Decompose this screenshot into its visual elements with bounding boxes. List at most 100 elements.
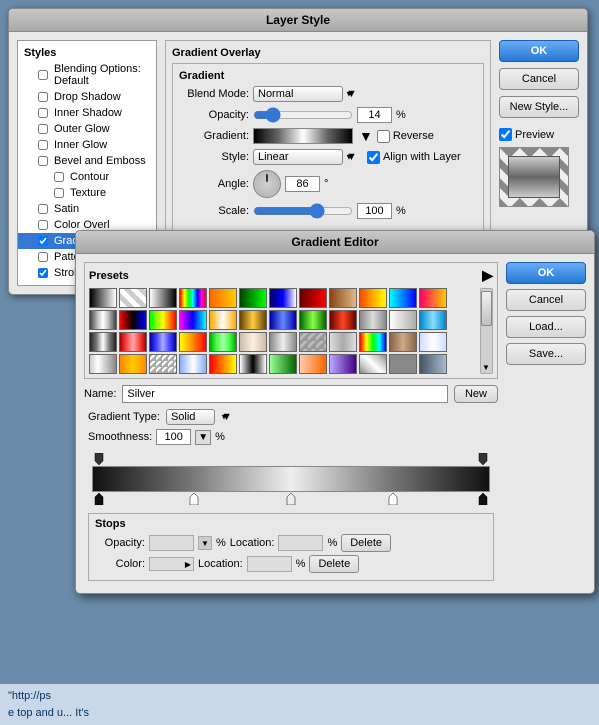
preset-steel[interactable] bbox=[419, 354, 447, 374]
satin-checkbox[interactable] bbox=[38, 204, 48, 214]
scale-slider[interactable] bbox=[253, 205, 353, 217]
sidebar-drop-shadow[interactable]: Drop Shadow bbox=[18, 89, 156, 105]
opacity-stop-input[interactable] bbox=[149, 535, 194, 551]
preset-39[interactable] bbox=[329, 332, 357, 352]
contour-checkbox[interactable] bbox=[54, 172, 64, 182]
color-stop-1[interactable] bbox=[94, 493, 104, 505]
color-overlay-checkbox[interactable] bbox=[38, 220, 48, 230]
gradient-type-select[interactable]: Solid bbox=[166, 409, 215, 425]
ok-button[interactable]: OK bbox=[499, 40, 579, 62]
location-opacity-input[interactable] bbox=[278, 535, 323, 551]
preset-23[interactable] bbox=[299, 310, 327, 330]
blend-mode-select[interactable]: Normal bbox=[253, 86, 343, 102]
color-stop-4[interactable] bbox=[388, 493, 398, 505]
preset-9[interactable] bbox=[329, 288, 357, 308]
preset-24[interactable] bbox=[329, 310, 357, 330]
gradient-overlay-checkbox[interactable] bbox=[38, 236, 48, 246]
sidebar-contour[interactable]: Contour bbox=[18, 169, 156, 185]
smoothness-input[interactable] bbox=[156, 429, 191, 445]
preset-10[interactable] bbox=[359, 288, 387, 308]
bevel-emboss-checkbox[interactable] bbox=[38, 156, 48, 166]
preset-18[interactable] bbox=[149, 310, 177, 330]
reverse-label[interactable]: Reverse bbox=[377, 130, 434, 143]
gradient-type-select-wrapper[interactable]: Solid ▼ bbox=[166, 409, 232, 425]
new-gradient-button[interactable]: New bbox=[454, 385, 498, 403]
preset-22[interactable] bbox=[269, 310, 297, 330]
preset-green-fade[interactable] bbox=[269, 354, 297, 374]
stroke-checkbox[interactable] bbox=[38, 268, 48, 278]
preset-38[interactable] bbox=[299, 332, 327, 352]
preset-20[interactable] bbox=[209, 310, 237, 330]
preset-34[interactable] bbox=[179, 332, 207, 352]
location-color-input[interactable] bbox=[247, 556, 292, 572]
delete-color-button[interactable]: Delete bbox=[309, 555, 359, 573]
sidebar-outer-glow[interactable]: Outer Glow bbox=[18, 121, 156, 137]
preset-11[interactable] bbox=[389, 288, 417, 308]
align-layer-checkbox[interactable] bbox=[367, 151, 380, 164]
reverse-checkbox[interactable] bbox=[377, 130, 390, 143]
preset-1[interactable] bbox=[89, 288, 117, 308]
preset-orange-fade[interactable] bbox=[299, 354, 327, 374]
gradient-dropdown-arrow[interactable]: ▼ bbox=[359, 128, 373, 144]
preset-4[interactable] bbox=[179, 288, 207, 308]
opacity-stop-1[interactable] bbox=[94, 453, 104, 465]
color-stop-swatch[interactable]: ▶ bbox=[149, 557, 194, 571]
blending-checkbox[interactable] bbox=[38, 70, 48, 80]
preset-21[interactable] bbox=[239, 310, 267, 330]
preset-7[interactable] bbox=[269, 288, 297, 308]
inner-glow-checkbox[interactable] bbox=[38, 140, 48, 150]
sidebar-inner-shadow[interactable]: Inner Shadow bbox=[18, 105, 156, 121]
opacity-stop-2[interactable] bbox=[478, 453, 488, 465]
sidebar-inner-glow[interactable]: Inner Glow bbox=[18, 137, 156, 153]
scroll-down-arrow[interactable]: ▼ bbox=[482, 364, 490, 372]
gradient-preview[interactable] bbox=[253, 128, 353, 144]
ge-save-button[interactable]: Save... bbox=[506, 343, 586, 365]
inner-shadow-checkbox[interactable] bbox=[38, 108, 48, 118]
align-layer-label[interactable]: Align with Layer bbox=[367, 151, 461, 164]
preset-32[interactable] bbox=[119, 332, 147, 352]
sidebar-satin[interactable]: Satin bbox=[18, 201, 156, 217]
preset-purple-fade[interactable] bbox=[329, 354, 357, 374]
opacity-input[interactable] bbox=[357, 107, 392, 123]
gradient-bar[interactable] bbox=[92, 466, 490, 492]
outer-glow-checkbox[interactable] bbox=[38, 124, 48, 134]
preset-25[interactable] bbox=[359, 310, 387, 330]
style-select[interactable]: Linear bbox=[253, 149, 343, 165]
preset-silver2[interactable] bbox=[359, 354, 387, 374]
color-stop-2[interactable] bbox=[189, 493, 199, 505]
pattern-overlay-checkbox[interactable] bbox=[38, 252, 48, 262]
smoothness-dropdown[interactable]: ▼ bbox=[195, 431, 211, 443]
preset-red-yellow[interactable] bbox=[209, 354, 237, 374]
new-style-button[interactable]: New Style... bbox=[499, 96, 579, 118]
opacity-slider[interactable] bbox=[253, 109, 353, 121]
preset-grey[interactable] bbox=[389, 354, 417, 374]
ge-cancel-button[interactable]: Cancel bbox=[506, 289, 586, 311]
texture-checkbox[interactable] bbox=[54, 188, 64, 198]
preset-2[interactable] bbox=[119, 288, 147, 308]
preset-17[interactable] bbox=[119, 310, 147, 330]
preset-3[interactable] bbox=[149, 288, 177, 308]
preset-33[interactable] bbox=[149, 332, 177, 352]
opacity-stop-arrow[interactable]: ▼ bbox=[198, 536, 212, 550]
presets-scrollbar[interactable]: ▼ bbox=[480, 288, 493, 374]
preview-checkbox[interactable] bbox=[499, 128, 512, 141]
color-stop-5[interactable] bbox=[478, 493, 488, 505]
angle-input[interactable] bbox=[285, 176, 320, 192]
preset-40[interactable] bbox=[359, 332, 387, 352]
blend-mode-select-wrapper[interactable]: Normal ▼ bbox=[253, 86, 357, 102]
preset-silver[interactable] bbox=[89, 354, 117, 374]
preset-41[interactable] bbox=[389, 332, 417, 352]
sidebar-texture[interactable]: Texture bbox=[18, 185, 156, 201]
preset-26[interactable] bbox=[389, 310, 417, 330]
preset-6[interactable] bbox=[239, 288, 267, 308]
preset-27[interactable] bbox=[419, 310, 447, 330]
delete-opacity-button[interactable]: Delete bbox=[341, 534, 391, 552]
ge-load-button[interactable]: Load... bbox=[506, 316, 586, 338]
color-stop-3[interactable] bbox=[286, 493, 296, 505]
preset-white-black[interactable] bbox=[239, 354, 267, 374]
preset-gold[interactable] bbox=[119, 354, 147, 374]
preset-5[interactable] bbox=[209, 288, 237, 308]
drop-shadow-checkbox[interactable] bbox=[38, 92, 48, 102]
preset-37[interactable] bbox=[269, 332, 297, 352]
preset-19[interactable] bbox=[179, 310, 207, 330]
